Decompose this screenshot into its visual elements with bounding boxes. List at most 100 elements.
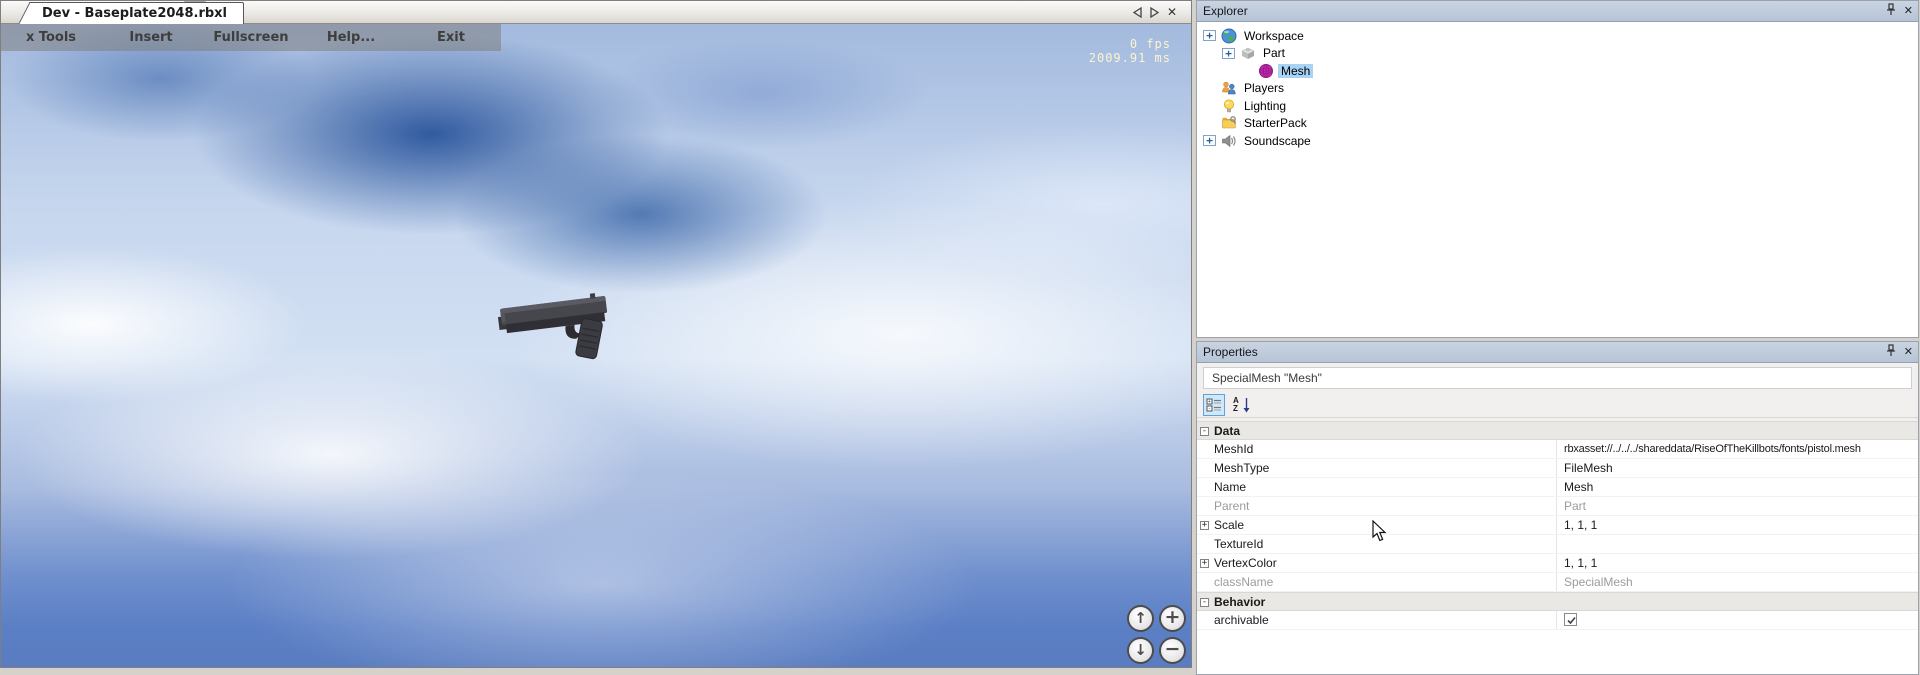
lighting-bulb-icon: [1221, 98, 1237, 114]
document-tab[interactable]: Dev - Baseplate2048.rbxl: [31, 2, 244, 24]
property-value: Part: [1556, 497, 1918, 515]
camera-down-button[interactable]: ↓: [1127, 637, 1154, 664]
property-row-meshtype[interactable]: MeshType FileMesh: [1197, 459, 1918, 478]
property-row-archivable[interactable]: archivable: [1197, 611, 1918, 630]
properties-grid: - Data MeshId rbxasset://../../../shared…: [1197, 421, 1918, 674]
tab-scroll-left-icon[interactable]: [1133, 7, 1142, 18]
fps-value: 0 fps: [1089, 37, 1171, 51]
camera-nav-pad: ↑ + ↓ −: [1127, 605, 1186, 664]
tree-item-label[interactable]: Soundscape: [1241, 134, 1314, 148]
tree-item-label[interactable]: Lighting: [1241, 99, 1289, 113]
explorer-header: Explorer ✕: [1197, 1, 1918, 22]
categorized-view-button[interactable]: +-: [1203, 394, 1225, 416]
zoom-in-button[interactable]: +: [1159, 605, 1186, 632]
frame-time-value: 2009.91 ms: [1089, 51, 1171, 65]
menu-bar: x Tools Insert Fullscreen Help... Exit: [1, 24, 501, 51]
expand-plus-icon[interactable]: +: [1222, 48, 1235, 59]
property-value[interactable]: Mesh: [1556, 478, 1918, 496]
expand-plus-icon[interactable]: +: [1200, 559, 1209, 568]
tab-scroll-right-icon[interactable]: [1150, 7, 1159, 18]
tab-controls: ✕: [1133, 4, 1177, 20]
close-icon[interactable]: ✕: [1904, 345, 1913, 359]
document-tab-title: Dev - Baseplate2048.rbxl: [42, 6, 227, 21]
properties-title: Properties: [1203, 345, 1258, 359]
explorer-panel: Explorer ✕ + Workspace +: [1196, 0, 1919, 338]
property-value[interactable]: FileMesh: [1556, 459, 1918, 477]
expand-plus-icon[interactable]: +: [1203, 30, 1216, 41]
pistol-mesh-object[interactable]: [497, 282, 629, 379]
tree-item-players[interactable]: Players: [1197, 80, 1918, 98]
property-value[interactable]: 1, 1, 1: [1556, 554, 1918, 572]
group-row-data[interactable]: - Data: [1197, 421, 1918, 440]
property-name: Name: [1197, 478, 1556, 496]
property-value[interactable]: rbxasset://../../../shareddata/RiseOfThe…: [1556, 440, 1918, 458]
svg-text:+: +: [1208, 399, 1211, 405]
property-name: MeshType: [1197, 459, 1556, 477]
property-row-scale[interactable]: + Scale 1, 1, 1: [1197, 516, 1918, 535]
properties-toolbar: +- A Z: [1197, 392, 1918, 418]
tree-item-label[interactable]: Players: [1241, 81, 1287, 95]
property-value[interactable]: 1, 1, 1: [1556, 516, 1918, 534]
menu-item-insert[interactable]: Insert: [101, 24, 201, 51]
menu-item-help[interactable]: Help...: [301, 24, 401, 51]
tree-item-soundscape[interactable]: + Soundscape: [1197, 132, 1918, 150]
tree-item-label[interactable]: Part: [1260, 46, 1288, 60]
tab-bar: Dev - Baseplate2048.rbxl ✕: [1, 1, 1191, 24]
tree-item-workspace[interactable]: + Workspace: [1197, 27, 1918, 45]
explorer-tree: + Workspace + Part Mesh: [1197, 22, 1918, 150]
camera-up-button[interactable]: ↑: [1127, 605, 1154, 632]
tree-item-label-selected[interactable]: Mesh: [1278, 64, 1313, 78]
property-name: Parent: [1197, 497, 1556, 515]
property-row-vertexcolor[interactable]: + VertexColor 1, 1, 1: [1197, 554, 1918, 573]
menu-item-tools[interactable]: x Tools: [1, 24, 101, 51]
property-name: archivable: [1197, 611, 1556, 629]
collapse-icon[interactable]: -: [1200, 598, 1209, 607]
players-icon: [1221, 80, 1237, 96]
explorer-title: Explorer: [1203, 4, 1248, 18]
property-name: MeshId: [1197, 440, 1556, 458]
group-label: Data: [1197, 422, 1556, 439]
tree-item-starterpack[interactable]: StarterPack: [1197, 115, 1918, 133]
sort-az-icon: A Z: [1232, 396, 1250, 414]
part-brick-icon: [1240, 45, 1256, 61]
properties-panel: Properties ✕ SpecialMesh "Mesh" +- A Z: [1196, 341, 1919, 675]
close-icon[interactable]: ✕: [1904, 4, 1913, 18]
expand-plus-icon[interactable]: +: [1203, 135, 1216, 146]
archivable-checkbox[interactable]: [1564, 613, 1577, 626]
tree-item-label[interactable]: Workspace: [1241, 29, 1307, 43]
property-row-meshid[interactable]: MeshId rbxasset://../../../shareddata/Ri…: [1197, 440, 1918, 459]
zoom-out-button[interactable]: −: [1159, 637, 1186, 664]
property-value-checkbox-cell: [1556, 611, 1918, 629]
tree-item-lighting[interactable]: Lighting: [1197, 97, 1918, 115]
expand-plus-icon[interactable]: +: [1200, 521, 1209, 530]
group-label: Behavior: [1197, 593, 1556, 610]
viewport-window: Dev - Baseplate2048.rbxl ✕ x Tools Inser…: [0, 0, 1192, 668]
property-row-textureid[interactable]: TextureId: [1197, 535, 1918, 554]
property-value: SpecialMesh: [1556, 573, 1918, 591]
workspace-globe-icon: [1221, 28, 1237, 44]
pin-icon[interactable]: [1886, 3, 1896, 19]
fps-overlay: 0 fps 2009.91 ms: [1089, 37, 1171, 65]
mesh-sphere-icon: [1258, 63, 1274, 79]
property-row-name[interactable]: Name Mesh: [1197, 478, 1918, 497]
collapse-icon[interactable]: -: [1200, 427, 1209, 436]
menu-item-exit[interactable]: Exit: [401, 24, 501, 51]
soundscape-speaker-icon: [1221, 133, 1237, 149]
properties-header: Properties ✕: [1197, 342, 1918, 363]
group-row-behavior[interactable]: - Behavior: [1197, 592, 1918, 611]
mouse-cursor: [1372, 520, 1387, 547]
property-name: className: [1197, 573, 1556, 591]
menu-item-fullscreen[interactable]: Fullscreen: [201, 24, 301, 51]
tree-item-part[interactable]: + Part: [1197, 45, 1918, 63]
pin-icon[interactable]: [1886, 344, 1896, 360]
tree-item-label[interactable]: StarterPack: [1241, 116, 1310, 130]
tree-item-mesh[interactable]: Mesh: [1197, 62, 1918, 80]
viewport-3d-scene[interactable]: x Tools Insert Fullscreen Help... Exit 0…: [1, 24, 1191, 667]
tab-close-icon[interactable]: ✕: [1167, 4, 1177, 20]
selected-object-header: SpecialMesh "Mesh": [1203, 367, 1912, 389]
property-name: VertexColor: [1197, 554, 1556, 572]
application-root: Dev - Baseplate2048.rbxl ✕ x Tools Inser…: [0, 0, 1920, 675]
property-row-parent: Parent Part: [1197, 497, 1918, 516]
property-value[interactable]: [1556, 535, 1918, 553]
sort-alphabetical-button[interactable]: A Z: [1230, 394, 1252, 416]
